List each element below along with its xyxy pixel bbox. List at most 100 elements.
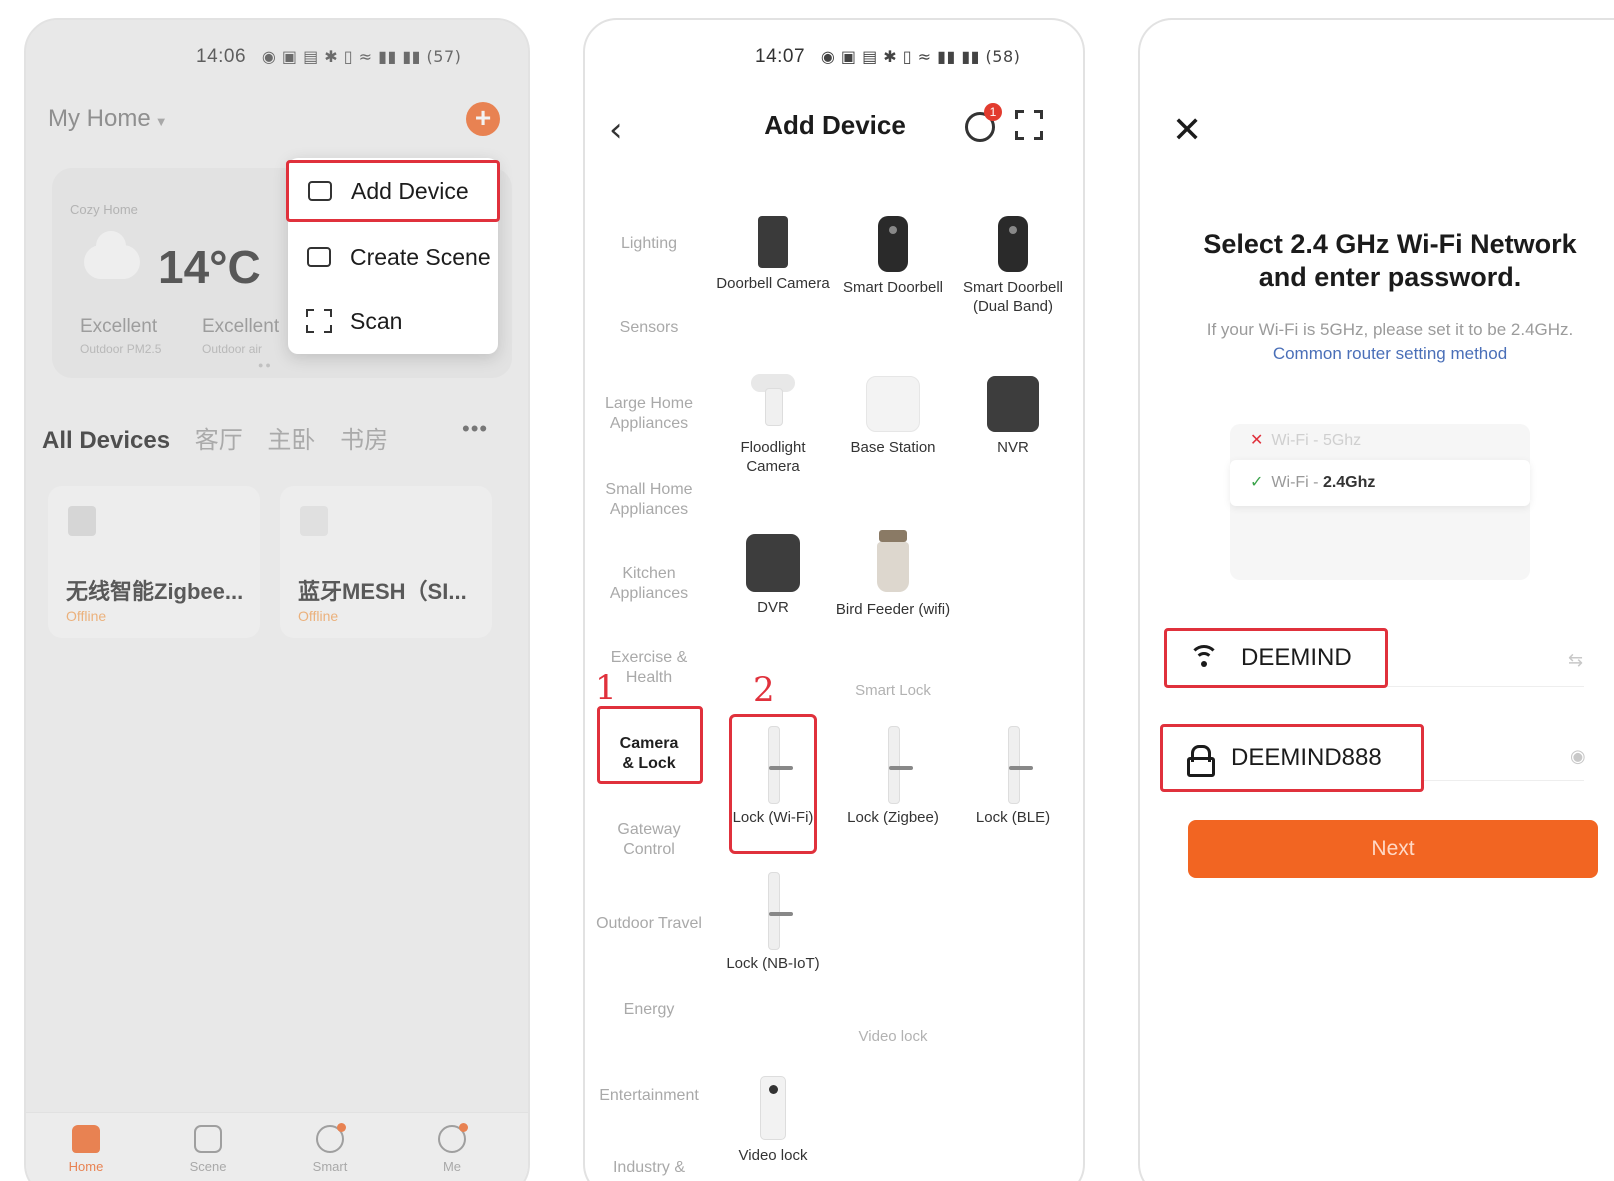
tab-study[interactable]: 书房 [340, 427, 388, 454]
cross-icon: ✕ [1250, 432, 1264, 449]
step-number-2: 2 [753, 670, 775, 710]
air-quality-pm25: Excellent Outdoor PM2.5 [80, 316, 161, 356]
device-smart-doorbell[interactable]: Smart Doorbell [833, 216, 953, 297]
device-label: Lock (Zigbee) [847, 809, 939, 826]
status-bar: 14:06 ◉ ▣ ▤ ✱ ▯ ≈ ▮▮ ▮▮ (57) [196, 46, 461, 68]
bottom-tab-bar: Home Scene Smart Me [26, 1112, 528, 1181]
device-label: DVR [757, 599, 789, 616]
device-smart-doorbell-dual[interactable]: Smart Doorbell (Dual Band) [953, 216, 1073, 316]
device-name: 无线智能Zigbee... [66, 579, 244, 604]
category-energy[interactable]: Energy [585, 1000, 713, 1020]
tab-all-devices[interactable]: All Devices [42, 427, 170, 454]
category-gateway[interactable]: Gateway Control [585, 820, 713, 860]
tab-home[interactable]: Home [46, 1125, 126, 1174]
device-base-station[interactable]: Base Station [833, 376, 953, 457]
battery-level: 58 [992, 47, 1014, 66]
category-sensors[interactable]: Sensors [585, 318, 713, 338]
next-button[interactable]: Next [1188, 820, 1598, 878]
tab-label: Home [68, 1159, 104, 1174]
switch-network-icon[interactable]: ⇆ [1568, 650, 1583, 671]
device-label: Doorbell Camera [716, 275, 830, 292]
password-field[interactable]: DEEMIND888 [1160, 724, 1424, 792]
air-quality-outdoor: Excellent Outdoor air [202, 316, 279, 356]
cozy-label: Cozy Home [70, 202, 138, 217]
me-icon [438, 1123, 468, 1153]
device-lock-ble[interactable]: Lock (BLE) [953, 726, 1073, 827]
more-icon[interactable]: ••• [462, 416, 488, 442]
scene-icon [194, 1125, 222, 1153]
back-icon[interactable]: ‹ [609, 110, 623, 150]
tab-scene[interactable]: Scene [168, 1125, 248, 1174]
video-lock-icon [760, 1076, 786, 1140]
section-video-lock: Video lock [858, 1028, 928, 1045]
category-small-appliances[interactable]: Small Home Appliances [585, 480, 713, 520]
scan-icon[interactable] [1015, 110, 1043, 140]
tab-smart[interactable]: Smart [290, 1123, 370, 1174]
category-camera-lock[interactable]: Camera & Lock [585, 734, 713, 774]
device-lock-nbiot[interactable]: Lock (NB-IoT) [713, 872, 833, 973]
close-icon[interactable]: ✕ [1172, 110, 1202, 151]
base-station-icon [866, 376, 920, 432]
category-large-appliances[interactable]: Large Home Appliances [585, 394, 713, 434]
wifi-5g-row: ✕ Wi-Fi - 5Ghz [1250, 430, 1361, 450]
radar-icon[interactable]: 1 [965, 103, 1002, 142]
tab-living-room[interactable]: 客厅 [195, 427, 243, 454]
battery-level: 57 [433, 47, 455, 66]
device-lock-wifi[interactable]: Lock (Wi-Fi) [713, 726, 833, 827]
device-doorbell-camera[interactable]: Doorbell Camera [713, 216, 833, 293]
device-label: Floodlight Camera [740, 439, 806, 475]
device-label: Smart Doorbell [842, 279, 944, 296]
add-device-icon [305, 177, 335, 205]
lock-zigbee-icon [883, 726, 913, 804]
device-label: Base Station [850, 439, 936, 456]
menu-add-device[interactable]: Add Device [286, 160, 500, 222]
phone-add-device-screen: 14:07 ◉ ▣ ▤ ✱ ▯ ≈ ▮▮ ▮▮ (58) ‹ Add Devic… [583, 18, 1085, 1181]
page-title: Select 2.4 GHz Wi-Fi Network and enter p… [1203, 229, 1577, 292]
router-setting-link[interactable]: Common router setting method [1273, 344, 1507, 363]
device-label: Smart Doorbell (Dual Band) [962, 279, 1064, 315]
home-icon [72, 1125, 100, 1153]
menu-label: Scan [350, 307, 403, 334]
add-button[interactable]: + [466, 102, 500, 136]
aq-label: Outdoor PM2.5 [80, 342, 162, 356]
wifi-illustration: ✕ Wi-Fi - 5Ghz ✓ Wi-Fi - 2.4Ghz [1230, 424, 1530, 580]
tab-me[interactable]: Me [412, 1123, 492, 1174]
wifi-24-card: ✓ Wi-Fi - 2.4Ghz [1230, 460, 1530, 506]
tab-label: Scene [189, 1159, 227, 1174]
doorbell-camera-icon [758, 216, 788, 268]
room-tabs: All Devices 客厅 主卧 书房 [42, 420, 406, 455]
device-lock-zigbee[interactable]: Lock (Zigbee) [833, 726, 953, 827]
category-outdoor-travel[interactable]: Outdoor Travel [585, 914, 713, 934]
device-card[interactable]: 蓝牙MESH（SI... Offline [280, 486, 492, 638]
password-value: DEEMIND888 [1231, 744, 1382, 771]
home-selector[interactable]: My Home ▼ [48, 105, 168, 133]
menu-scan[interactable]: Scan [288, 290, 498, 352]
notification-badge [337, 1123, 346, 1132]
home-title: My Home [48, 105, 151, 132]
menu-create-scene[interactable]: Create Scene [288, 226, 498, 288]
device-bird-feeder[interactable]: Bird Feeder (wifi) [833, 530, 953, 619]
floodlight-camera-icon [741, 370, 805, 432]
category-kitchen[interactable]: Kitchen Appliances [585, 564, 713, 604]
subtitle-text: If your Wi-Fi is 5GHz, please set it to … [1206, 320, 1574, 339]
category-entertainment[interactable]: Entertainment [585, 1086, 713, 1106]
device-floodlight-camera[interactable]: Floodlight Camera [713, 370, 833, 476]
device-dvr[interactable]: DVR [713, 534, 833, 617]
lock-icon [1187, 745, 1215, 777]
page-subtitle: If your Wi-Fi is 5GHz, please set it to … [1200, 318, 1580, 366]
tab-master-bedroom[interactable]: 主卧 [267, 427, 315, 454]
device-status: Offline [298, 608, 339, 624]
device-card[interactable]: 无线智能Zigbee... Offline [48, 486, 260, 638]
eye-icon[interactable]: ◉ [1570, 746, 1586, 767]
smart-doorbell-icon [878, 216, 908, 272]
smart-doorbell-dual-icon [998, 216, 1028, 272]
category-lighting[interactable]: Lighting [585, 234, 713, 254]
tab-label: Smart [312, 1159, 348, 1174]
section-smart-lock: Smart Lock [855, 682, 931, 699]
device-status: Offline [66, 608, 107, 624]
category-industry[interactable]: Industry & [585, 1158, 713, 1178]
status-icons: ◉ ▣ ▤ ✱ ▯ ≈ ▮▮ ▮▮ (57) [261, 47, 462, 66]
ssid-field[interactable]: DEEMIND [1164, 628, 1388, 688]
device-nvr[interactable]: NVR [953, 376, 1073, 457]
device-video-lock[interactable]: Video lock [713, 1076, 833, 1165]
